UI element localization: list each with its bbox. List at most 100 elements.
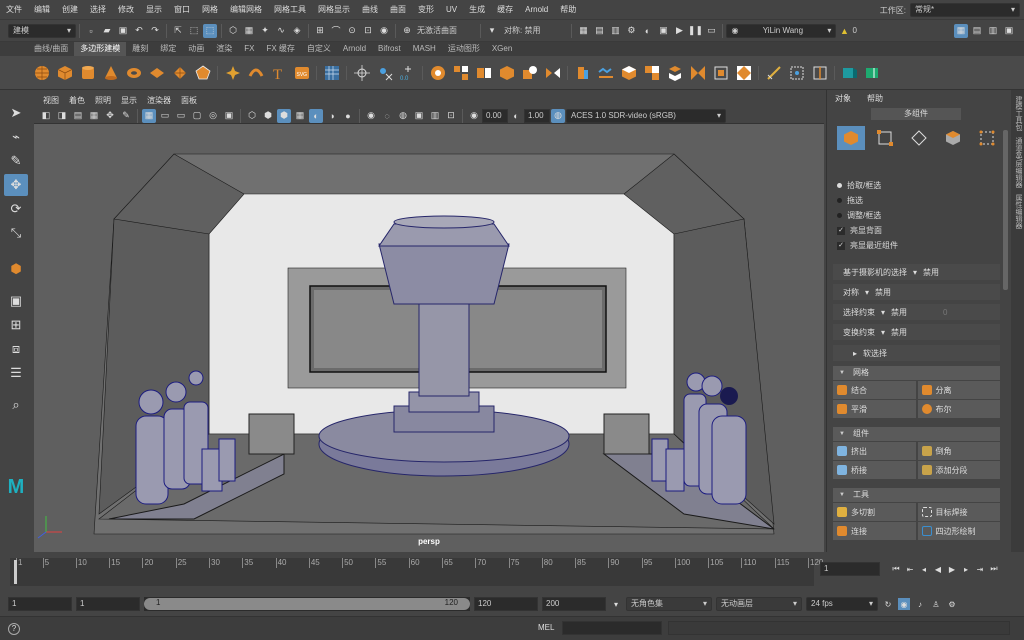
snap-view-icon[interactable]: ⊡	[361, 24, 375, 38]
hypershade-icon[interactable]: ◐	[640, 24, 654, 38]
bridge-icon[interactable]	[597, 64, 615, 82]
command-language-label[interactable]: MEL	[538, 623, 554, 632]
modeling-toolkit-toggle-icon[interactable]: ▦	[954, 23, 968, 38]
target-weld-button[interactable]: 目标焊接	[917, 503, 1000, 521]
gamma-icon[interactable]: ◐	[509, 109, 523, 123]
persp-outliner-layout-icon[interactable]: ⧈	[4, 338, 28, 360]
panel-scrollbar[interactable]	[1003, 130, 1008, 290]
smooth-shade-icon[interactable]: ⬢	[261, 109, 275, 123]
poly-torus-icon[interactable]	[125, 64, 143, 82]
film-gate-icon[interactable]: ▭	[158, 109, 172, 123]
mask-joint-icon[interactable]: ✦	[258, 24, 272, 38]
highlight-backfaces-checkbox[interactable]: ✓ 亮显背面	[827, 223, 1012, 238]
snap-point-icon[interactable]: ⊙	[345, 24, 359, 38]
menu-deform[interactable]: 变形	[412, 0, 440, 20]
object-mode-button[interactable]	[837, 126, 865, 150]
shelf-tab-animation[interactable]: 动画	[182, 42, 210, 56]
snap-live-icon[interactable]: ◉	[377, 24, 391, 38]
fps-dropdown[interactable]: 24 fps ▾	[806, 597, 878, 611]
chevron-down-icon[interactable]: ▾	[485, 24, 499, 38]
four-view-layout-icon[interactable]: ⊞	[4, 314, 28, 336]
chamfer-vertex-icon[interactable]	[735, 64, 753, 82]
gamma-field[interactable]: 1.00	[524, 108, 550, 123]
gate-mask-icon[interactable]: ▢	[190, 109, 204, 123]
merge-icon[interactable]	[689, 64, 707, 82]
move-tool-icon[interactable]: ✥	[4, 174, 28, 196]
xray-joints-icon[interactable]: ◍	[396, 109, 410, 123]
camera-based-selection-row[interactable]: 基于摄影机的选择 ▾ 禁用	[833, 264, 1000, 280]
render-settings-icon[interactable]: ⚙	[624, 24, 638, 38]
exposure-field[interactable]: 0.00	[482, 108, 508, 123]
camera-attributes-icon[interactable]: ◨	[55, 109, 69, 123]
snap-curve-icon[interactable]: ⌒	[329, 24, 343, 38]
panel-tab-object[interactable]: 对象	[827, 92, 859, 106]
textured-icon[interactable]: ▦	[293, 109, 307, 123]
select-object-icon[interactable]: ⬚	[187, 24, 201, 38]
poly-disc-icon[interactable]	[171, 64, 189, 82]
text-icon[interactable]: T	[270, 64, 288, 82]
scale-tool-icon[interactable]: ⤡	[4, 222, 28, 244]
render-sequence-icon[interactable]: ▤	[592, 24, 606, 38]
type-tool-icon[interactable]	[247, 64, 265, 82]
auto-key-icon[interactable]: ◉	[898, 598, 910, 610]
poly-plane-icon[interactable]	[148, 64, 166, 82]
animation-layer-dropdown[interactable]: 无动画层 ▾	[716, 597, 802, 611]
step-back-frame-icon[interactable]: ◂	[918, 563, 930, 575]
panel-tab-help[interactable]: 帮助	[859, 92, 891, 106]
combine-icon[interactable]	[429, 64, 447, 82]
bevel-icon[interactable]	[620, 64, 638, 82]
channel-box-toggle-icon[interactable]: ▣	[1002, 24, 1016, 38]
drag-option[interactable]: 拖选	[827, 193, 1012, 208]
add-divisions-button[interactable]: 添加分段	[917, 461, 1000, 479]
menu-select[interactable]: 选择	[84, 0, 112, 20]
play-forwards-icon[interactable]: ▶	[946, 563, 958, 575]
highlight-nearest-checkbox[interactable]: ✓ 亮显最近组件	[827, 238, 1012, 253]
select-constraint-row[interactable]: 选择约束 ▾ 禁用 0	[833, 304, 1000, 320]
viewport-3d[interactable]: persp	[34, 124, 824, 552]
xray-icon[interactable]: ◌	[380, 109, 394, 123]
mask-icon[interactable]: ▦	[242, 24, 256, 38]
paint-select-icon[interactable]: ✎	[4, 150, 28, 172]
use-all-lights-icon[interactable]: ◐	[309, 108, 323, 123]
safe-action-icon[interactable]: ▣	[222, 109, 236, 123]
go-to-end-icon[interactable]: ⏭	[988, 563, 1000, 575]
extract-icon[interactable]	[475, 64, 493, 82]
go-to-start-icon[interactable]: ⏮	[890, 563, 902, 575]
magnify-icon[interactable]: ⌕	[4, 394, 28, 416]
arnold-ipr-icon[interactable]: ▶	[672, 24, 686, 38]
menu-uv[interactable]: UV	[440, 0, 463, 20]
poly-cylinder-icon[interactable]	[79, 64, 97, 82]
character-set-dropdown[interactable]: 无角色集 ▾	[626, 597, 712, 611]
platonic-solid-icon[interactable]	[194, 64, 212, 82]
step-forward-key-icon[interactable]: ⇥	[974, 563, 986, 575]
audio-icon[interactable]: ♪	[914, 598, 926, 610]
target-weld-icon[interactable]	[788, 64, 806, 82]
quad-draw-icon[interactable]	[841, 64, 859, 82]
boolean-icon[interactable]	[521, 64, 539, 82]
view-transform-dropdown[interactable]: ACES 1.0 SDR-video (sRGB) ▾	[566, 108, 726, 123]
last-tool-icon[interactable]: ⬢	[4, 258, 28, 280]
smooth-button[interactable]: 平滑	[833, 400, 916, 418]
reset-transform-icon[interactable]: 0.0	[399, 64, 417, 82]
undo-icon[interactable]: ↶	[132, 24, 146, 38]
open-scene-icon[interactable]: ▰	[100, 24, 114, 38]
viewport-menu-renderer[interactable]: 渲染器	[142, 94, 176, 108]
time-ruler[interactable]: 1 5 10 15 20 25 30 35 40 45 50 55 60 65 70 75 80 85 90 95 10…	[10, 558, 823, 586]
shelf-tab-sculpting[interactable]: 雕刻	[126, 42, 154, 56]
menu-display[interactable]: 显示	[140, 0, 168, 20]
shelf-tab-curves[interactable]: 曲线/曲面	[28, 42, 74, 56]
select-component-icon[interactable]: ⬚	[203, 23, 217, 38]
side-tab-modeling-toolkit[interactable]: 建模工具包	[1013, 96, 1023, 131]
shelf-tab-arnold[interactable]: Arnold	[337, 42, 372, 56]
edge-mode-button[interactable]	[905, 126, 933, 150]
separate-button[interactable]: 分离	[917, 381, 1000, 399]
shelf-tab-custom[interactable]: 自定义	[301, 42, 337, 56]
sweep-mesh-icon[interactable]	[224, 64, 242, 82]
quad-draw-button[interactable]: 四边形绘制	[917, 522, 1000, 540]
collapse-icon[interactable]	[712, 64, 730, 82]
face-mode-button[interactable]	[939, 126, 967, 150]
current-frame-field[interactable]: 1	[820, 562, 880, 576]
menu-help[interactable]: 帮助	[554, 0, 582, 20]
side-tab-attribute-editor[interactable]: 属性编辑器	[1013, 194, 1023, 229]
outliner-icon[interactable]: ☰	[4, 362, 28, 384]
